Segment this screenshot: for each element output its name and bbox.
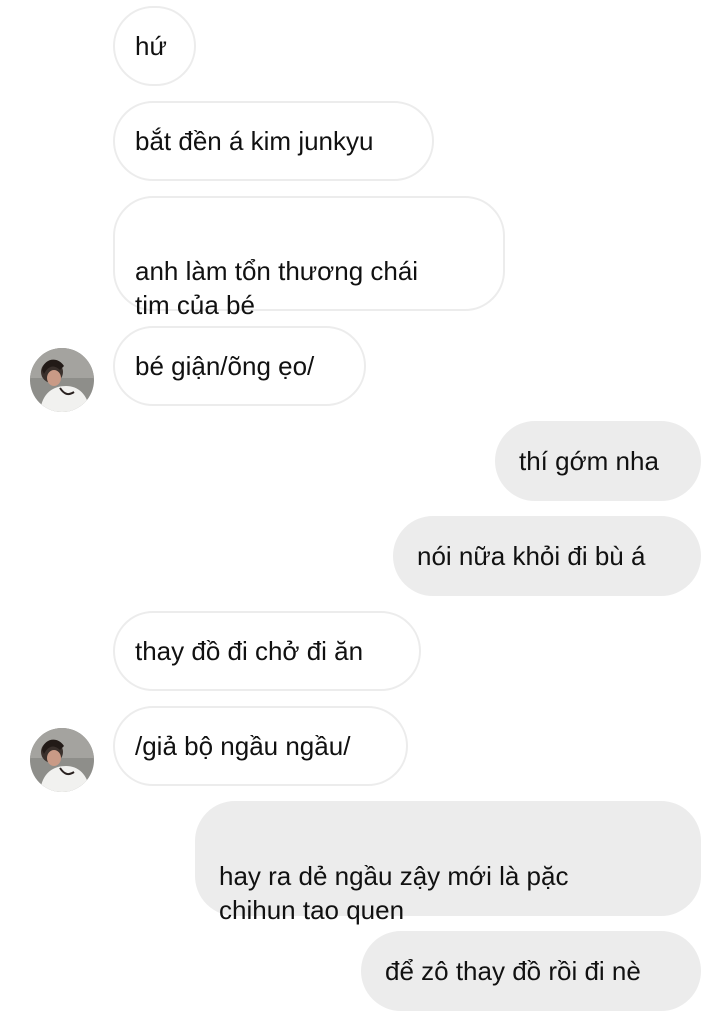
- message-bubble-incoming[interactable]: anh làm tổn thương chái tim của bé: [113, 196, 505, 320]
- message-bubble-outgoing[interactable]: nói nữa khỏi đi bù á: [393, 516, 701, 596]
- contact-photo-avatar-icon: [30, 348, 94, 412]
- message-bubble-incoming[interactable]: hứ: [113, 6, 196, 86]
- message-bubble-outgoing[interactable]: hay ra dẻ ngầu zậy mới là pặc chihun tao…: [195, 801, 701, 925]
- message-text: thay đồ đi chở đi ăn: [135, 636, 364, 666]
- message-text: bắt đền á kim junkyu: [135, 126, 374, 156]
- contact-avatar[interactable]: [30, 728, 94, 792]
- contact-photo-avatar-icon: [30, 728, 94, 792]
- message-text: nói nữa khỏi đi bù á: [417, 541, 646, 571]
- message-text: bé giận/õng ẹo/: [135, 351, 315, 381]
- message-text: anh làm tổn thương chái tim của bé: [135, 256, 419, 320]
- message-text: để zô thay đồ rồi đi nè: [385, 956, 641, 986]
- message-text: /giả bộ ngầu ngầu/: [135, 731, 351, 761]
- contact-avatar[interactable]: [30, 348, 94, 412]
- message-bubble-outgoing[interactable]: để zô thay đồ rồi đi nè: [361, 931, 701, 1011]
- message-bubble-incoming[interactable]: bé giận/õng ẹo/: [113, 326, 366, 406]
- message-bubble-outgoing[interactable]: thí gớm nha: [495, 421, 701, 501]
- message-bubble-incoming[interactable]: /giả bộ ngầu ngầu/: [113, 706, 408, 786]
- message-text: thí gớm nha: [519, 446, 659, 476]
- message-text: hứ: [135, 31, 167, 61]
- message-bubble-incoming[interactable]: thay đồ đi chở đi ăn: [113, 611, 421, 691]
- message-text: hay ra dẻ ngầu zậy mới là pặc chihun tao…: [219, 861, 569, 925]
- message-bubble-incoming[interactable]: bắt đền á kim junkyu: [113, 101, 434, 181]
